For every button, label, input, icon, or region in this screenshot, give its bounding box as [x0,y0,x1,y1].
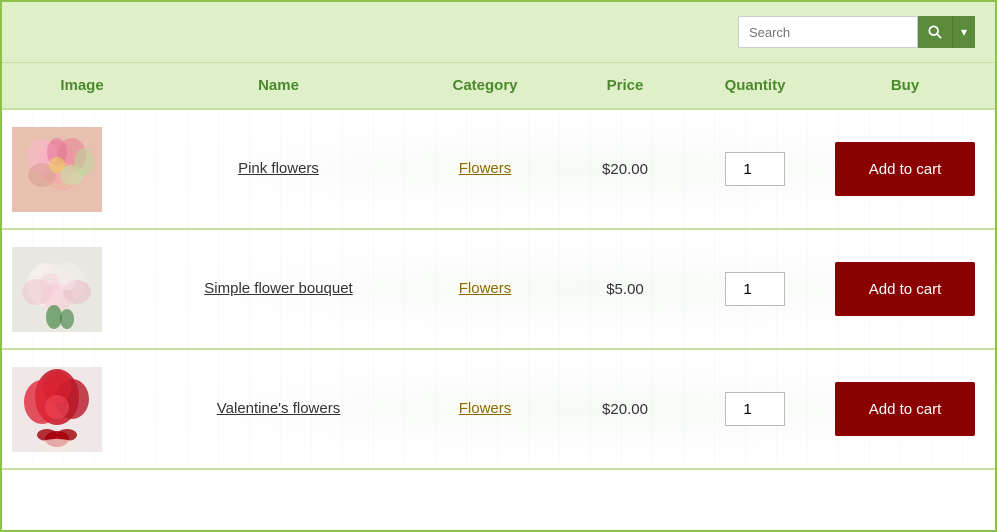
product-name-valentine[interactable]: Valentine's flowers [152,400,405,418]
product-category-valentine[interactable]: Flowers [405,400,565,418]
col-name-header: Name [152,77,405,94]
add-to-cart-button[interactable]: Add to cart [835,262,975,316]
product-quantity-simple-bouquet[interactable] [685,272,825,306]
quantity-input[interactable] [725,392,785,426]
product-image-pink-flowers [12,127,152,212]
search-icon [928,25,942,39]
product-thumbnail [12,127,102,212]
add-to-cart-col-simple-bouquet[interactable]: Add to cart [825,262,985,316]
table-row: Pink flowers Flowers $20.00 Add to cart [2,110,995,230]
chevron-down-icon: ▾ [961,25,967,39]
product-image-simple-bouquet [12,247,152,332]
product-price-simple-bouquet: $5.00 [565,281,685,298]
product-name-pink-flowers[interactable]: Pink flowers [152,160,405,178]
table-header: Image Name Category Price Quantity Buy [2,63,995,110]
category-link[interactable]: Flowers [459,160,512,177]
search-input[interactable] [738,16,918,48]
page-header: ▾ [2,2,995,63]
table-row: Valentine's flowers Flowers $20.00 Add t… [2,350,995,470]
flower-image-svg [12,247,102,332]
product-thumbnail [12,247,102,332]
quantity-input[interactable] [725,152,785,186]
flower-image-svg [12,367,102,452]
product-thumbnail [12,367,102,452]
add-to-cart-button[interactable]: Add to cart [835,142,975,196]
add-to-cart-col-valentine[interactable]: Add to cart [825,382,985,436]
flower-image-svg [12,127,102,212]
table-row: Simple flower bouquet Flowers $5.00 Add … [2,230,995,350]
col-category-header: Category [405,77,565,94]
add-to-cart-button[interactable]: Add to cart [835,382,975,436]
add-to-cart-col-pink-flowers[interactable]: Add to cart [825,142,985,196]
product-image-valentine [12,367,152,452]
quantity-input[interactable] [725,272,785,306]
product-name-link[interactable]: Simple flower bouquet [204,280,352,297]
product-name-link[interactable]: Pink flowers [238,160,319,177]
product-category-pink-flowers[interactable]: Flowers [405,160,565,178]
product-quantity-valentine[interactable] [685,392,825,426]
category-link[interactable]: Flowers [459,400,512,417]
search-dropdown-button[interactable]: ▾ [952,16,975,48]
category-link[interactable]: Flowers [459,280,512,297]
product-category-simple-bouquet[interactable]: Flowers [405,280,565,298]
col-buy-header: Buy [825,77,985,94]
product-name-simple-bouquet[interactable]: Simple flower bouquet [152,280,405,298]
product-name-link[interactable]: Valentine's flowers [217,400,340,417]
col-quantity-header: Quantity [685,77,825,94]
col-price-header: Price [565,77,685,94]
col-image-header: Image [12,77,152,94]
search-button[interactable] [918,16,952,48]
product-price-valentine: $20.00 [565,401,685,418]
product-quantity-pink-flowers[interactable] [685,152,825,186]
product-price-pink-flowers: $20.00 [565,161,685,178]
